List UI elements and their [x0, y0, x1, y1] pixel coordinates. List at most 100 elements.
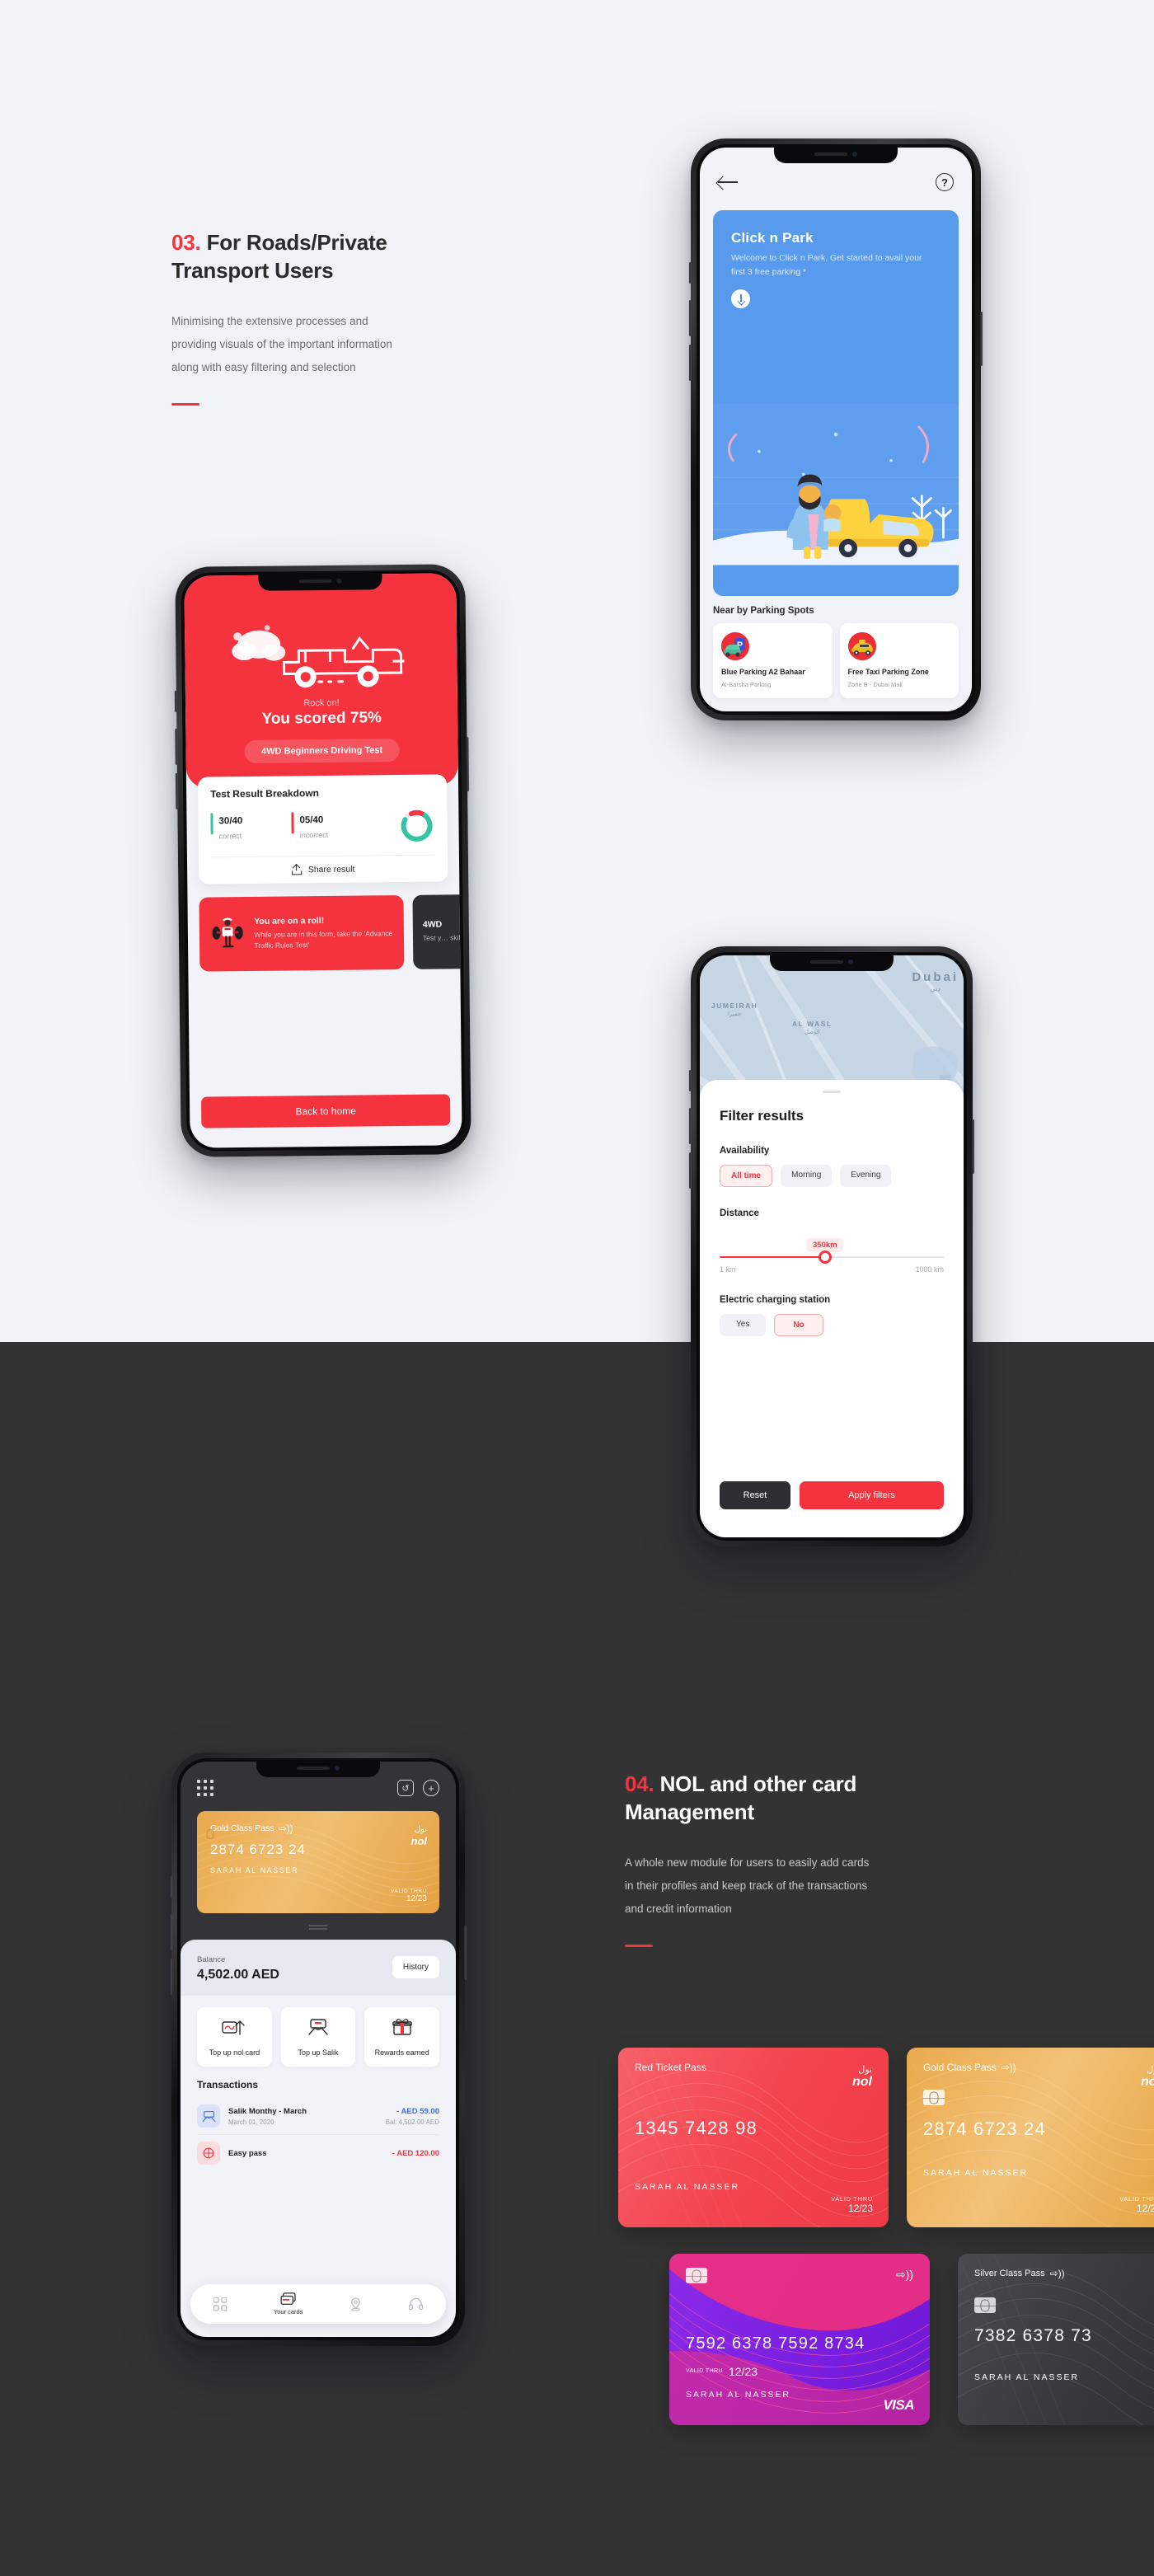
section-03-title: 03. For Roads/Private Transport Users: [171, 229, 394, 285]
chip-no[interactable]: No: [774, 1314, 823, 1336]
chip-evening[interactable]: Evening: [840, 1165, 892, 1187]
card-valid-thru: VALID THRU 12/23: [831, 2195, 873, 2214]
promo-body: Test y… skills … licens…: [422, 933, 462, 943]
card-wave-pattern: [907, 2048, 1154, 2227]
charging-label: Electric charging station: [720, 1295, 831, 1305]
quick-action-label: Top up nol card: [209, 2048, 260, 2057]
phone-power-button: [980, 312, 983, 366]
quick-action-top-up-nol[interactable]: Top up nol card: [197, 2007, 272, 2067]
map-label-jumeirah: JUMEIRAH جميرا: [711, 1002, 758, 1017]
score-headline: You scored 75%: [261, 709, 382, 728]
card-stack-handle[interactable]: [309, 1925, 327, 1930]
promo-title: You are on a roll!: [254, 915, 325, 927]
card-chip-icon: [686, 2268, 707, 2283]
nav-item-your-cards[interactable]: Your cards: [274, 2292, 303, 2316]
speaker-grille: [814, 152, 847, 156]
share-result-button[interactable]: Share result: [210, 854, 436, 884]
correct-value: 30/40: [218, 816, 243, 827]
back-to-home-button[interactable]: Back to home: [200, 1094, 451, 1128]
phone-volume-up-button: [689, 300, 692, 336]
section-03-title-text: For Roads/Private Transport Users: [171, 230, 387, 283]
phone-mute-button: [170, 1876, 172, 1898]
filter-bottom-sheet: Filter results Availability All time Mor…: [700, 1080, 964, 1537]
balance-value: 4,502.00 AED: [197, 1968, 279, 1982]
list-item[interactable]: P Blue Parking A2 Bahaar Al-Barsha Parki…: [713, 622, 833, 698]
card-red-ticket-pass[interactable]: Red Ticket Pass نول nol 1345 7428 98 SAR…: [618, 2048, 889, 2227]
quick-action-rewards[interactable]: Rewards earned: [364, 2007, 440, 2067]
sheet-drag-handle[interactable]: [823, 1091, 841, 1093]
arrow-down-icon[interactable]: [731, 289, 750, 308]
distance-slider[interactable]: 350km 1 km 1000 km: [720, 1238, 944, 1274]
reset-button[interactable]: Reset: [720, 1481, 790, 1509]
slider-knob[interactable]: [818, 1250, 832, 1264]
nav-item-support[interactable]: [408, 2297, 423, 2311]
balance-card: Balance 4,502.00 AED History: [181, 1940, 456, 1996]
map-label-dubai: Dubai دبي: [912, 970, 959, 992]
phone-notch: [774, 144, 898, 163]
nearby-parking-title: Near by Parking Spots: [713, 605, 814, 616]
quick-action-top-up-salik[interactable]: Top up Salik: [280, 2007, 356, 2067]
share-upload-icon: [291, 864, 302, 875]
list-item[interactable]: Free Taxi Parking Zone Zone B - Dubai Ma…: [839, 622, 959, 698]
chip-morning[interactable]: Morning: [781, 1165, 833, 1187]
promo-title: 4WD: [422, 919, 443, 931]
phone-notch: [256, 1758, 380, 1777]
correct-label: correct: [218, 832, 242, 841]
chip-yes[interactable]: Yes: [720, 1314, 767, 1336]
card-valid-thru: VALID THRU 12/23: [686, 2365, 758, 2378]
speaker-grille: [810, 960, 843, 964]
grid-menu-icon[interactable]: [197, 1780, 213, 1796]
card-gold-class-pass[interactable]: Gold Class Pass ⇨)) نول nol 2874 6723 24…: [907, 2048, 1154, 2227]
wallet-toolbar: ↺ +: [397, 1780, 439, 1796]
breakdown-title: Test Result Breakdown: [210, 787, 320, 800]
front-camera: [335, 1765, 340, 1771]
phone-notch: [770, 952, 894, 971]
history-button[interactable]: History: [392, 1955, 439, 1978]
park-hero-subtitle: Welcome to Click n Park. Get started to …: [731, 253, 922, 277]
speaker-grille: [297, 1766, 330, 1770]
section-03-copy: 03. For Roads/Private Transport Users Mi…: [171, 229, 394, 406]
slider-fill: [720, 1256, 825, 1258]
arrow-left-icon[interactable]: [718, 175, 739, 190]
nol-brand-logo: نول nol: [852, 2065, 872, 2089]
promo-card-roll[interactable]: You are on a roll! While you are in this…: [199, 894, 405, 972]
weightlifter-icon: [212, 917, 243, 948]
nol-brand-logo: نول nol: [410, 1825, 428, 1847]
score-hero: Rock on! You scored 75% 4WD Beginners Dr…: [184, 573, 459, 789]
apply-filters-button[interactable]: Apply filters: [800, 1481, 944, 1509]
phone-volume-down-button: [175, 772, 179, 809]
salik-gate-icon: [197, 2104, 220, 2128]
card-visa[interactable]: ⇨)) 7592 6378 7592 8734 VALID THRU 12/23…: [669, 2254, 930, 2425]
plus-circle-icon[interactable]: +: [423, 1780, 439, 1796]
card-holder-name: SARAH AL NASSER: [686, 2390, 791, 2400]
nav-item-grid[interactable]: [213, 2297, 228, 2311]
nav-item-locations[interactable]: [349, 2297, 362, 2311]
light-section-background: [0, 0, 1154, 1342]
park-hero-card: Click n Park Welcome to Click n Park. Ge…: [713, 210, 959, 596]
help-circle-icon[interactable]: ?: [936, 173, 954, 191]
card-silver-class-pass[interactable]: Silver Class Pass ⇨)) 7382 6378 73 SARAH…: [958, 2254, 1154, 2425]
grid-icon: [213, 2297, 228, 2311]
phone-mockup-nol-wallet: ↺ + Gold Class Pass ⇨)) نول nol 2874 672…: [170, 1753, 467, 2346]
score-kicker: Rock on!: [303, 697, 340, 709]
section-04-rule: [625, 1944, 653, 1947]
table-row[interactable]: Salik Monthy - March March 01, 2020 - AE…: [197, 2098, 439, 2134]
section-04-title: 04. NOL and other card Management: [625, 1771, 880, 1827]
phone-volume-up-button: [689, 1108, 692, 1144]
chip-all-time[interactable]: All time: [720, 1165, 773, 1187]
promo-body: While you are in this form, take the 'Ad…: [254, 928, 393, 950]
topup-nol-icon: [222, 2020, 246, 2035]
scan-card-icon[interactable]: ↺: [397, 1780, 414, 1796]
click-n-park-screen: ? Click n Park Welcome to Click n Park. …: [700, 148, 972, 711]
taxi-icon: [847, 631, 876, 660]
correct-bar: [210, 813, 213, 835]
slider-track[interactable]: [720, 1250, 944, 1264]
distance-label: Distance: [720, 1208, 759, 1218]
list-item-title: Free Taxi Parking Zone: [847, 667, 929, 676]
promo-carousel[interactable]: You are on a roll! While you are in this…: [187, 881, 462, 972]
breakdown-stats: 30/40 correct 05/40 incorrect: [210, 808, 434, 847]
table-row[interactable]: Easy pass - AED 120.00: [197, 2134, 439, 2171]
nol-card-gold[interactable]: Gold Class Pass ⇨)) نول nol 2874 6723 24…: [197, 1811, 439, 1913]
promo-card-4wd[interactable]: 4WD Test y… skills … licens…: [412, 893, 462, 969]
location-pin-icon: [351, 2297, 360, 2311]
